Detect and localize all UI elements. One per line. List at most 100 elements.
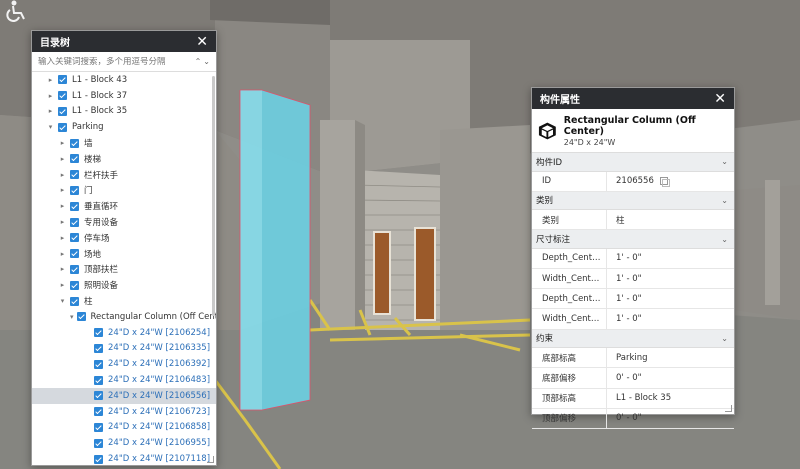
component-properties-panel: 构件属性 ✕ Rectangular Column (Off Center) 2… bbox=[531, 87, 735, 429]
tree-node[interactable]: ▸ 楼梯 bbox=[32, 151, 216, 167]
property-section-header[interactable]: 约束 ⌄ bbox=[532, 329, 734, 349]
tree-node[interactable]: ▸ 专用设备 bbox=[32, 214, 216, 230]
tree-search-input[interactable] bbox=[38, 56, 195, 67]
element-type: 24"D x 24"W bbox=[563, 137, 616, 147]
tree-leaf-item[interactable]: 24"D x 24"W [2106556] bbox=[32, 387, 216, 404]
tree-node[interactable]: ▾ Parking bbox=[32, 119, 216, 135]
chevron-right-icon[interactable]: ▸ bbox=[46, 76, 55, 84]
property-key: Width_Cent… bbox=[532, 269, 607, 289]
chevron-down-icon[interactable]: ⌄ bbox=[721, 196, 728, 205]
checkbox-checked-icon[interactable] bbox=[70, 170, 79, 180]
property-key: ID bbox=[532, 171, 607, 191]
checkbox-checked-icon[interactable] bbox=[94, 454, 103, 464]
checkbox-checked-icon[interactable] bbox=[70, 217, 79, 227]
checkbox-checked-icon[interactable] bbox=[94, 328, 103, 338]
checkbox-checked-icon[interactable] bbox=[94, 343, 103, 353]
checkbox-checked-icon[interactable] bbox=[94, 422, 103, 432]
chevron-down-icon[interactable]: ⌄ bbox=[721, 334, 728, 343]
chevron-right-icon[interactable]: ▸ bbox=[58, 186, 67, 194]
resize-grip-icon[interactable] bbox=[207, 456, 214, 463]
tree-leaf-item[interactable]: 24"D x 24"W [2106254] bbox=[32, 325, 216, 341]
chevron-right-icon[interactable]: ▸ bbox=[58, 202, 67, 210]
checkbox-checked-icon[interactable] bbox=[94, 438, 103, 448]
checkbox-checked-icon[interactable] bbox=[94, 391, 103, 401]
tree-node-label: L1 - Block 43 bbox=[72, 74, 128, 85]
chevron-right-icon[interactable]: ▸ bbox=[58, 218, 67, 226]
tree-panel-header[interactable]: 目录树 ✕ bbox=[32, 31, 216, 52]
prop-panel-header[interactable]: 构件属性 ✕ bbox=[532, 88, 734, 109]
checkbox-checked-icon[interactable] bbox=[70, 264, 79, 274]
checkbox-checked-icon[interactable] bbox=[94, 375, 103, 385]
property-section-header[interactable]: 构件ID ⌄ bbox=[532, 153, 734, 172]
tree-scrollbar[interactable] bbox=[212, 76, 215, 316]
property-row: ID 2106556 bbox=[532, 171, 734, 192]
chevron-right-icon[interactable]: ▸ bbox=[58, 155, 67, 163]
checkbox-checked-icon[interactable] bbox=[70, 296, 79, 306]
tree-node[interactable]: ▸ 顶部扶栏 bbox=[32, 262, 216, 278]
checkbox-checked-icon[interactable] bbox=[94, 407, 103, 417]
tree-leaf-item[interactable]: 24"D x 24"W [2106392] bbox=[32, 356, 216, 372]
chevron-right-icon[interactable]: ▸ bbox=[58, 171, 67, 179]
tree-node[interactable]: ▸ 照明设备 bbox=[32, 277, 216, 293]
tree-node[interactable]: ▸ 门 bbox=[32, 183, 216, 199]
checkbox-checked-icon[interactable] bbox=[70, 185, 79, 195]
property-section-header[interactable]: 类别 ⌄ bbox=[532, 191, 734, 211]
chevron-down-icon[interactable]: ⌄ bbox=[721, 157, 728, 166]
search-nav-arrows-icon[interactable]: ⌃⌄ bbox=[195, 57, 212, 66]
section-title: 约束 bbox=[536, 334, 554, 345]
checkbox-checked-icon[interactable] bbox=[58, 75, 67, 85]
tree-leaf-item[interactable]: 24"D x 24"W [2106955] bbox=[32, 435, 216, 451]
checkbox-checked-icon[interactable] bbox=[58, 91, 67, 101]
tree-node-label: 顶部扶栏 bbox=[84, 265, 119, 276]
chevron-down-icon[interactable]: ▾ bbox=[58, 297, 67, 305]
checkbox-checked-icon[interactable] bbox=[70, 154, 79, 164]
tree-node[interactable]: ▾ Rectangular Column (Off Center) bbox=[32, 309, 216, 325]
tree-node[interactable]: ▸ 栏杆扶手 bbox=[32, 167, 216, 183]
resize-grip-icon[interactable] bbox=[725, 405, 732, 412]
tree-node[interactable]: ▸ 停车场 bbox=[32, 230, 216, 246]
checkbox-checked-icon[interactable] bbox=[58, 122, 67, 132]
checkbox-checked-icon[interactable] bbox=[70, 233, 79, 243]
chevron-right-icon[interactable]: ▸ bbox=[46, 107, 55, 115]
checkbox-checked-icon[interactable] bbox=[70, 138, 79, 148]
property-key: Depth_Cent… bbox=[532, 289, 607, 309]
tree-node[interactable]: ▸ L1 - Block 35 bbox=[32, 104, 216, 120]
tree-node[interactable]: ▸ L1 - Block 43 bbox=[32, 72, 216, 88]
close-icon[interactable]: ✕ bbox=[714, 92, 726, 106]
chevron-right-icon[interactable]: ▸ bbox=[58, 265, 67, 273]
close-icon[interactable]: ✕ bbox=[196, 35, 208, 49]
tree-node-label: 楼梯 bbox=[84, 154, 102, 165]
tree-node[interactable]: ▸ 墙 bbox=[32, 135, 216, 151]
checkbox-checked-icon[interactable] bbox=[70, 280, 79, 290]
property-value-text: 1' - 0" bbox=[616, 314, 642, 325]
tree-node[interactable]: ▸ 垂直循环 bbox=[32, 198, 216, 214]
checkbox-checked-icon[interactable] bbox=[70, 201, 79, 211]
property-section-header[interactable]: 尺寸标注 ⌄ bbox=[532, 230, 734, 249]
element-name: Rectangular Column (Off Center) bbox=[563, 114, 696, 137]
checkbox-checked-icon[interactable] bbox=[94, 359, 103, 369]
property-value: 1' - 0" bbox=[607, 274, 642, 284]
chevron-down-icon[interactable]: ▾ bbox=[46, 123, 55, 131]
tree-leaf-item[interactable]: 24"D x 24"W [2106335] bbox=[32, 341, 216, 357]
checkbox-checked-icon[interactable] bbox=[58, 106, 67, 116]
chevron-right-icon[interactable]: ▸ bbox=[58, 139, 67, 147]
chevron-right-icon[interactable]: ▸ bbox=[58, 281, 67, 289]
chevron-right-icon[interactable]: ▸ bbox=[58, 250, 67, 258]
tree-leaf-item[interactable]: 24"D x 24"W [2106483] bbox=[32, 372, 216, 388]
prop-panel-title: 构件属性 bbox=[540, 95, 580, 106]
checkbox-checked-icon[interactable] bbox=[70, 249, 79, 259]
property-value-text: 1' - 0" bbox=[616, 253, 642, 264]
tree-node[interactable]: ▾ 柱 bbox=[32, 293, 216, 309]
tree-node[interactable]: ▸ L1 - Block 37 bbox=[32, 88, 216, 104]
copy-icon[interactable] bbox=[659, 177, 670, 188]
property-key: 底部标高 bbox=[532, 348, 607, 368]
chevron-down-icon[interactable]: ⌄ bbox=[721, 235, 728, 244]
chevron-down-icon[interactable]: ▾ bbox=[70, 313, 74, 321]
checkbox-checked-icon[interactable] bbox=[76, 312, 86, 322]
chevron-right-icon[interactable]: ▸ bbox=[46, 92, 55, 100]
chevron-right-icon[interactable]: ▸ bbox=[58, 234, 67, 242]
tree-node[interactable]: ▸ 场地 bbox=[32, 246, 216, 262]
tree-leaf-item[interactable]: 24"D x 24"W [2106723] bbox=[32, 404, 216, 420]
tree-leaf-item[interactable]: 24"D x 24"W [2106858] bbox=[32, 420, 216, 436]
tree-leaf-item[interactable]: 24"D x 24"W [2107118] bbox=[32, 451, 216, 466]
